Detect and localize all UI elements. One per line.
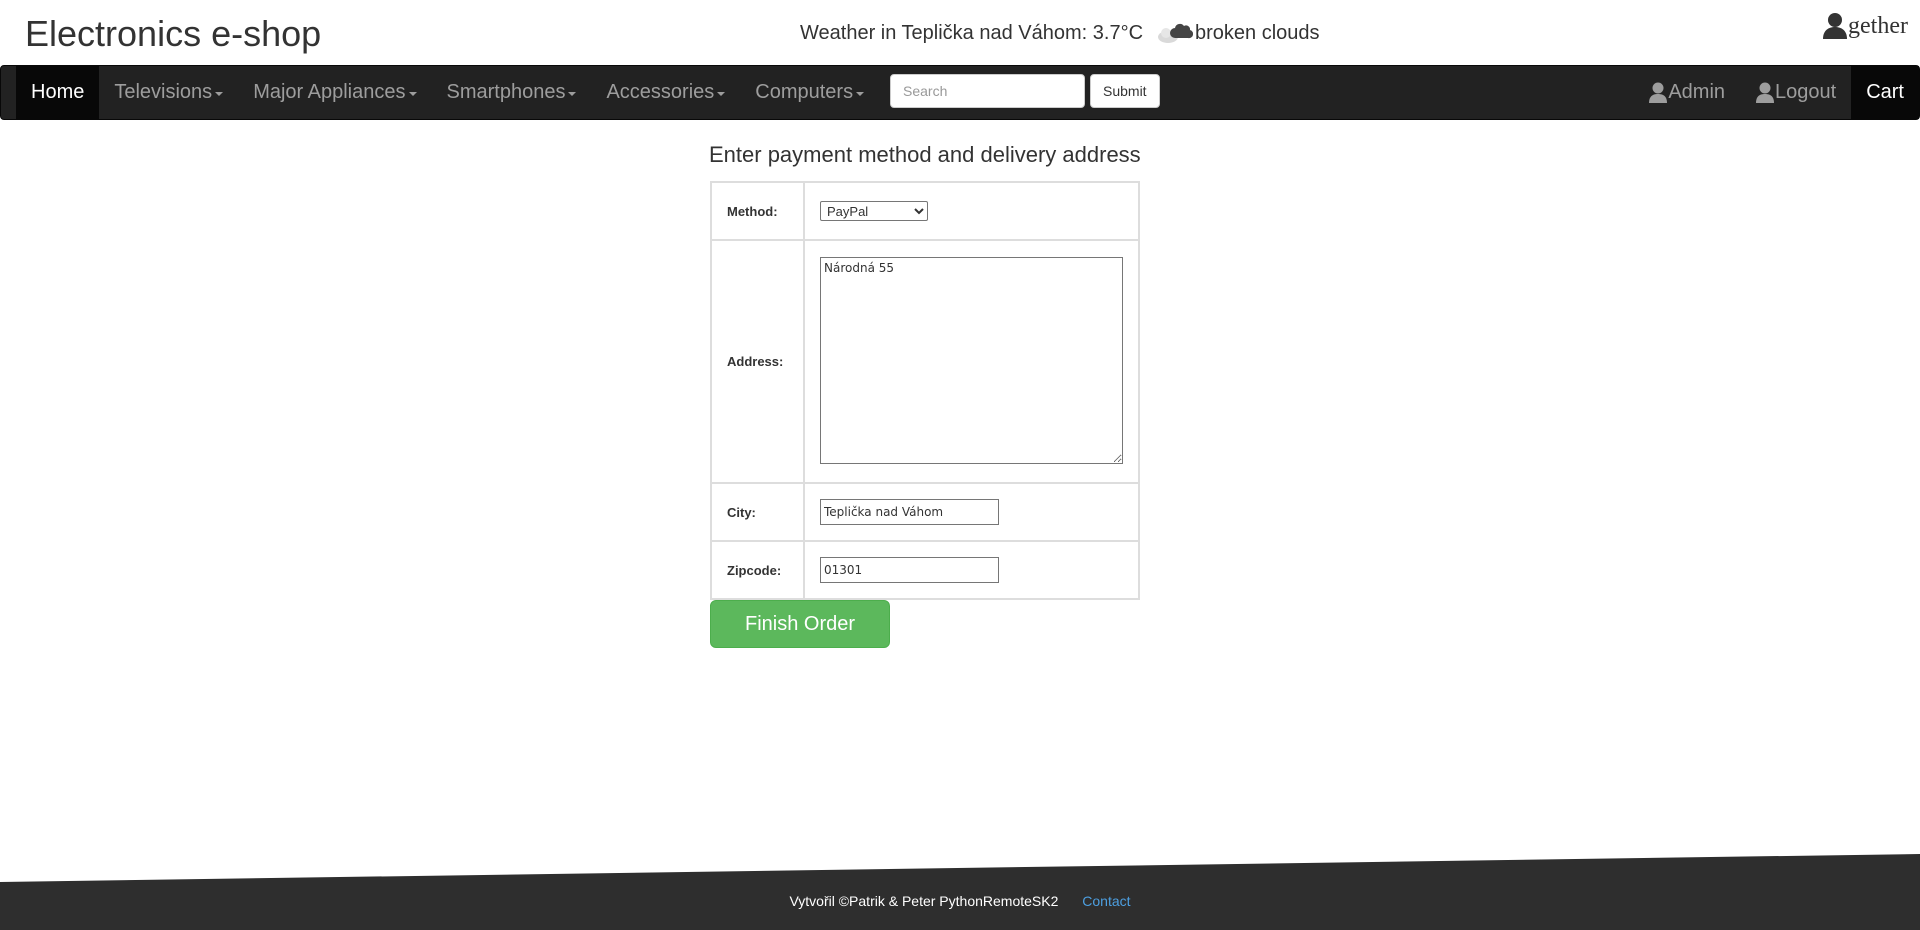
nav-logout[interactable]: Logout [1740,66,1851,119]
search-submit-button[interactable]: Submit [1090,74,1160,108]
nav-computers-label: Computers [755,81,854,103]
user-icon [1756,82,1775,103]
search-form: Submit [890,74,1160,108]
method-label: Method: [710,181,805,241]
nav-admin[interactable]: Admin [1633,66,1740,119]
user-icon [1649,82,1668,103]
city-label: City: [710,482,805,542]
weather-description: broken clouds [1195,22,1320,44]
method-cell: PayPal [803,181,1140,241]
nav-home[interactable]: Home [16,66,100,119]
form-title: Enter payment method and delivery addres… [709,142,1141,167]
address-cell: Národná 55 [803,239,1140,484]
username: gether [1848,12,1908,39]
zipcode-input[interactable] [820,557,999,583]
method-row: Method: PayPal [710,181,1140,241]
nav-computers[interactable]: Computers [740,66,879,119]
address-textarea[interactable]: Národná 55 [820,256,1123,464]
nav-televisions-label: Televisions [114,81,213,103]
finish-order-button[interactable]: Finish Order [710,600,890,648]
nav-accessories[interactable]: Accessories [591,66,740,119]
footer: Vytvořil ©Patrik & Peter PythonRemoteSK2… [0,893,1920,909]
nav-home-label: Home [31,81,85,103]
nav-cart[interactable]: Cart [1851,66,1919,119]
caret-down-icon [717,91,726,96]
nav-admin-label: Admin [1668,81,1726,103]
site-title: Electronics e-shop [25,13,322,54]
city-row: City: [710,482,1140,542]
zipcode-cell [803,540,1140,600]
search-input[interactable] [890,74,1085,108]
nav-accessories-label: Accessories [606,81,715,103]
city-input[interactable] [820,499,999,525]
nav-smartphones-label: Smartphones [446,81,566,103]
nav-menu: Home Televisions Major Appliances Smartp… [16,66,879,119]
city-cell [803,482,1140,542]
caret-down-icon [568,91,577,96]
nav-logout-label: Logout [1775,81,1837,103]
weather-temperature: Weather in Teplička nad Váhom: 3.7°C [800,22,1144,44]
nav-user-menu: Admin Logout Cart [1633,66,1919,119]
footer-credit: Vytvořil ©Patrik & Peter PythonRemoteSK2 [789,893,1059,909]
caret-down-icon [856,91,865,96]
footer-background [0,854,1920,930]
nav-major-appliances[interactable]: Major Appliances [238,66,431,119]
nav-televisions[interactable]: Televisions [99,66,238,119]
current-user: gether [1822,12,1908,40]
caret-down-icon [215,91,224,96]
nav-cart-label: Cart [1866,81,1904,103]
nav-major-appliances-label: Major Appliances [253,81,406,103]
main-navbar: Home Televisions Major Appliances Smartp… [0,65,1920,120]
broken-clouds-icon [1158,23,1194,43]
order-form-table: Method: PayPal Address: Národná 55 City:… [710,181,1140,600]
address-row: Address: Národná 55 [710,239,1140,484]
contact-link[interactable]: Contact [1082,893,1130,909]
user-icon [1823,13,1848,39]
zipcode-label: Zipcode: [710,540,805,600]
nav-smartphones[interactable]: Smartphones [432,66,592,119]
zipcode-row: Zipcode: [710,540,1140,600]
payment-method-select[interactable]: PayPal [820,201,928,221]
caret-down-icon [408,91,417,96]
address-label: Address: [710,239,805,484]
weather-widget: Weather in Teplička nad Váhom: 3.7°C bro… [800,20,1320,46]
